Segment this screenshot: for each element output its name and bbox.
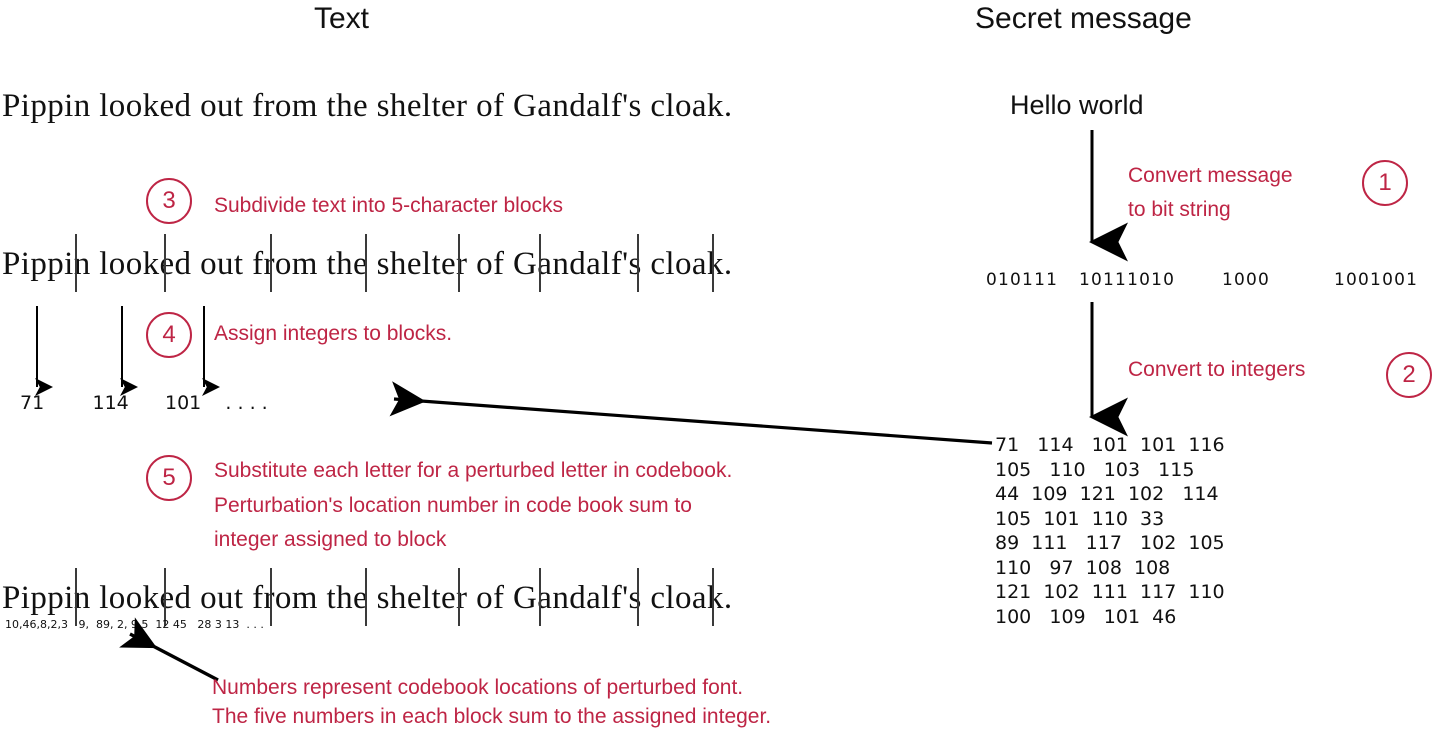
page-title-text-column: Text xyxy=(314,2,370,35)
perturbed-block-divider xyxy=(637,568,639,626)
step-label-3: Subdivide text into 5-character blocks xyxy=(214,194,564,217)
block-integers-row: 71 114 101 . . . . xyxy=(20,392,268,414)
step-badge-5: 5 xyxy=(146,455,192,501)
step-badge-2: 2 xyxy=(1386,352,1432,398)
integer-row: 89 111 117 102 105 xyxy=(995,532,1225,554)
perturbed-block-divider xyxy=(365,568,367,626)
bit-group-3: 1000 xyxy=(1222,270,1271,290)
perturbed-block-divider xyxy=(458,568,460,626)
perturbed-block-divider xyxy=(712,568,714,626)
step-label-2: Convert to integers xyxy=(1128,358,1306,381)
integer-row: 110 97 108 108 xyxy=(995,556,1171,579)
page-title-secret-message-column: Secret message xyxy=(975,2,1192,35)
footnote-line-2: The five numbers in each block sum to th… xyxy=(212,705,772,728)
block-divider xyxy=(458,234,460,292)
step-label-4: Assign integers to blocks. xyxy=(214,322,453,345)
bits-to-integers-arrow xyxy=(1089,302,1128,437)
integer-list: 71 114 101 101 116 105 110 103 115 44 10… xyxy=(995,433,1225,629)
footnote-line-1: Numbers represent codebook locations of … xyxy=(212,676,744,699)
block-divider xyxy=(75,234,77,292)
perturbed-block-divider xyxy=(539,568,541,626)
block-divider xyxy=(365,234,367,292)
integers-to-text-arrow xyxy=(389,381,993,445)
blocked-text-line: Pippin looked out from the shelter of Ga… xyxy=(2,246,733,282)
perturbed-text-line: Pippin looked out from the shelter of Ga… xyxy=(2,580,733,616)
integer-row: 105 101 110 33 xyxy=(995,507,1165,530)
block-divider xyxy=(270,234,272,292)
step-badge-1: 1 xyxy=(1362,160,1408,206)
step-label-1-line2: to bit string xyxy=(1128,198,1231,221)
block-divider xyxy=(539,234,541,292)
secret-message-value: Hello world xyxy=(1010,90,1144,120)
step-badge-3: 3 xyxy=(146,178,192,224)
block-divider xyxy=(712,234,714,292)
block-divider xyxy=(164,234,166,292)
step-label-5-line3: integer assigned to block xyxy=(214,528,447,551)
plain-text-line: Pippin looked out from the shelter of Ga… xyxy=(2,88,733,124)
step-label-1-line1: Convert message xyxy=(1128,164,1293,187)
bit-group-2: 10111010 xyxy=(1079,270,1176,290)
bit-group-4: 1001001 xyxy=(1334,270,1419,290)
integer-row: 121 102 111 117 110 xyxy=(995,581,1225,603)
integer-row: 100 109 101 46 xyxy=(995,605,1177,628)
step-label-5-line2: Perturbation's location number in code b… xyxy=(214,494,692,517)
block-divider xyxy=(637,234,639,292)
integer-row: 105 110 103 115 xyxy=(995,458,1195,481)
step-badge-4: 4 xyxy=(146,312,192,358)
integer-row: 71 114 101 101 116 xyxy=(995,434,1225,456)
message-to-bits-arrow xyxy=(1089,130,1128,262)
integer-row: 44 109 121 102 114 xyxy=(995,483,1219,505)
step-label-5-line1: Substitute each letter for a perturbed l… xyxy=(214,459,733,482)
bit-group-1: 010111 xyxy=(986,270,1059,290)
perturbed-block-divider xyxy=(270,568,272,626)
